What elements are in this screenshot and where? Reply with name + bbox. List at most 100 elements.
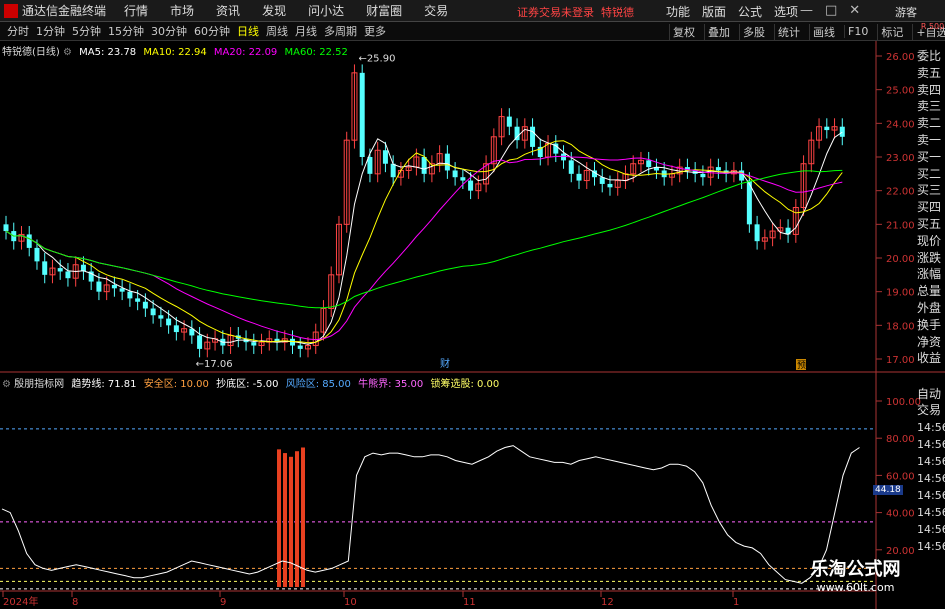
side-label-11[interactable]: 现价 [917, 233, 945, 249]
login-warning[interactable]: 证券交易未登录 特锐德 [517, 4, 634, 20]
x-label: 8 [72, 597, 78, 608]
ma5-label: MA5: 23.78 [79, 47, 137, 58]
menu-options[interactable]: 选项 [774, 3, 798, 20]
indicator-settings-icon[interactable]: ⚙ [2, 379, 11, 390]
candle-body [506, 116, 512, 127]
candle-body [700, 173, 706, 178]
candle-body [390, 163, 396, 178]
candle-body [197, 335, 203, 349]
ind-tick-label: 100.00 [886, 397, 921, 408]
menu-markets[interactable]: 市场 [170, 2, 194, 19]
side-label-10[interactable]: 买五 [917, 216, 945, 232]
tab-5min[interactable]: 5分钟 [72, 23, 101, 39]
menu-ask[interactable]: 问小达 [308, 2, 344, 19]
minimize-icon[interactable]: — [800, 3, 813, 18]
tab-15min[interactable]: 15分钟 [108, 23, 144, 39]
y-tick-label: 20.00 [886, 254, 915, 265]
close-icon[interactable]: ✕ [849, 3, 860, 18]
x-label: 12 [601, 597, 614, 608]
side-label-4[interactable]: 卖二 [917, 115, 945, 131]
y-tick-label: 22.00 [886, 187, 915, 198]
side-label-13[interactable]: 涨幅 [917, 266, 945, 282]
candle-body [530, 126, 536, 147]
lock-chip-label: 锁筹选股: 0.00 [430, 379, 500, 390]
chart-title: 特锐德(日线) [2, 47, 60, 58]
side-label-6[interactable]: 买一 [917, 149, 945, 165]
signal-bar [283, 453, 287, 587]
menu-trade[interactable]: 交易 [424, 2, 448, 19]
side-label-20[interactable]: 交易 [917, 402, 945, 418]
candle-body [839, 126, 845, 137]
toolbar-right: 复权 叠加 多股 统计 画线 F10 标记 +自选 返回 [660, 22, 945, 41]
y-tick-label: 26.00 [886, 52, 915, 63]
maximize-icon[interactable]: □ [825, 3, 837, 18]
watermark: 乐淘公式网 www.60lt.com [788, 555, 923, 594]
side-label-9[interactable]: 买四 [917, 199, 945, 215]
tab-weekly[interactable]: 周线 [266, 23, 288, 39]
side-label-3[interactable]: 卖三 [917, 98, 945, 114]
tab-more[interactable]: 更多 [364, 23, 386, 39]
bull-bear-label: 牛熊界: 35.00 [358, 379, 424, 390]
candle-body [297, 345, 303, 349]
current-value-badge: 44.18 [873, 485, 903, 495]
adjust-button[interactable]: 复权 [669, 23, 695, 40]
candle-body [34, 247, 40, 262]
y-tick-label: 19.00 [886, 288, 915, 299]
tab-intraday[interactable]: 分时 [7, 23, 29, 39]
candle-body [382, 150, 388, 164]
ma20-label: MA20: 22.09 [213, 47, 278, 58]
chart-area[interactable]: 26.00 25.00 24.00 23.00 22.00 21.00 20.00 19.00… [0, 41, 945, 609]
draw-button[interactable]: 画线 [809, 23, 835, 40]
side-label-14[interactable]: 总量 [917, 283, 945, 299]
tab-1min[interactable]: 1分钟 [36, 23, 65, 39]
candle-body [142, 301, 148, 309]
settings-icon[interactable]: ⚙ [63, 47, 72, 58]
side-label-1[interactable]: 卖五 [917, 65, 945, 81]
f10-button[interactable]: F10 [844, 25, 868, 38]
candle-body [468, 180, 474, 191]
r-badge: R 500 [920, 22, 945, 31]
menu-layout[interactable]: 版面 [702, 3, 726, 20]
candle-body [715, 167, 721, 171]
menu-news[interactable]: 资讯 [216, 2, 240, 19]
y-tick-label: 18.00 [886, 321, 915, 332]
guest-user[interactable]: 游客 [895, 4, 917, 20]
safe-zone-label: 安全区: 10.00 [143, 379, 209, 390]
candle-body [3, 224, 9, 232]
y-tick-label: 17.00 [886, 355, 915, 366]
side-label-8[interactable]: 买三 [917, 182, 945, 198]
marker-pre: 预 [797, 360, 806, 371]
overlay-button[interactable]: 叠加 [704, 23, 730, 40]
multi-stock-button[interactable]: 多股 [739, 23, 765, 40]
bottom-zone-label: 抄底区: -5.00 [216, 379, 279, 390]
candle-body [251, 342, 257, 346]
side-label-19[interactable]: 自动 [917, 386, 945, 402]
menu-wealth[interactable]: 财富圈 [366, 2, 402, 19]
tab-30min[interactable]: 30分钟 [151, 23, 187, 39]
side-label-16[interactable]: 换手 [917, 317, 945, 333]
side-label-7[interactable]: 买二 [917, 166, 945, 182]
tab-60min[interactable]: 60分钟 [194, 23, 230, 39]
side-label-12[interactable]: 涨跌 [917, 250, 945, 266]
menu-function[interactable]: 功能 [666, 3, 690, 20]
time-label: 14:56 [917, 421, 945, 434]
y-tick-label: 25.00 [886, 86, 915, 97]
marker-fin: 财 [440, 357, 450, 370]
menu-formula[interactable]: 公式 [738, 3, 762, 20]
side-label-2[interactable]: 卖四 [917, 82, 945, 98]
stats-button[interactable]: 统计 [774, 23, 800, 40]
side-label-5[interactable]: 卖一 [917, 132, 945, 148]
tab-daily[interactable]: 日线 [237, 23, 259, 39]
tab-monthly[interactable]: 月线 [295, 23, 317, 39]
side-label-18[interactable]: 收益 [917, 350, 945, 366]
candle-body [444, 153, 450, 171]
side-label-0[interactable]: 委比 [917, 48, 945, 64]
indicator-name[interactable]: 殷朋指标网 [14, 379, 64, 390]
tab-multi-period[interactable]: 多周期 [324, 23, 357, 39]
candle-body [452, 170, 458, 178]
menu-discover[interactable]: 发现 [262, 2, 286, 19]
side-label-15[interactable]: 外盘 [917, 300, 945, 316]
menu-market[interactable]: 行情 [124, 2, 148, 19]
side-label-17[interactable]: 净资 [917, 334, 945, 350]
mark-button[interactable]: 标记 [877, 23, 903, 40]
